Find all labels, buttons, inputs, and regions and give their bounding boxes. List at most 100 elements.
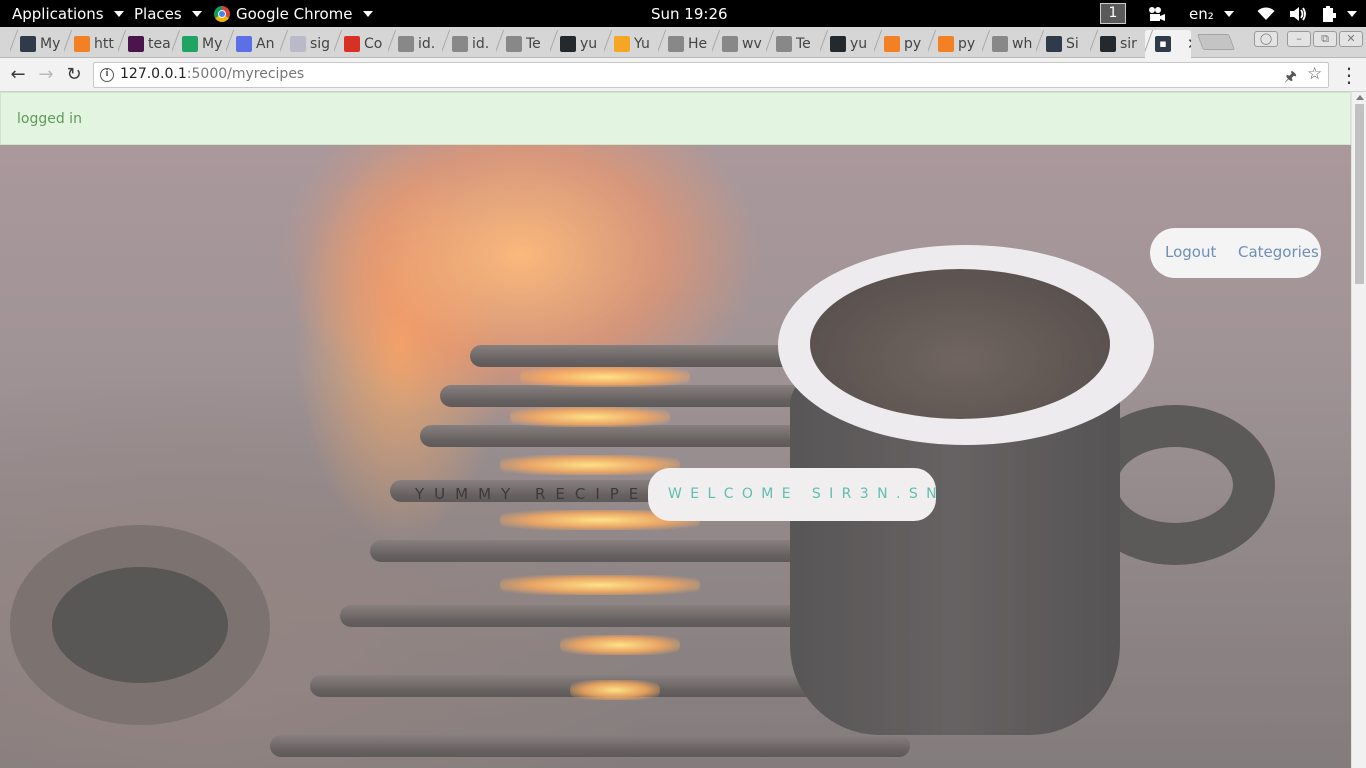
- keyboard-layout-label: en₂: [1189, 4, 1214, 23]
- tab-title: sir: [1120, 36, 1137, 52]
- chevron-down-icon: [113, 10, 124, 17]
- applications-menu[interactable]: Applications: [12, 0, 124, 27]
- tab-item[interactable]: My: [172, 30, 224, 58]
- tab-title: Te: [796, 36, 811, 52]
- tab-item[interactable]: yu: [550, 30, 602, 58]
- chrome-menu-icon[interactable]: ⋮: [1337, 63, 1361, 87]
- pin-icon[interactable]: 🖈: [1284, 66, 1297, 90]
- heroku-icon: [290, 36, 306, 52]
- tab-item[interactable]: wv: [712, 30, 764, 58]
- volume-icon: [1290, 6, 1306, 21]
- applications-label: Applications: [12, 4, 104, 23]
- google-drive-icon: [182, 36, 198, 52]
- close-tab-icon[interactable]: ✕: [1187, 35, 1191, 53]
- tab-strip: My htt tea My An sig Co id. id. Te yu Yu He wv Te yu py p…: [0, 27, 1366, 58]
- tab-item[interactable]: wh: [982, 30, 1034, 58]
- new-tab-button[interactable]: [1197, 34, 1235, 50]
- page-icon: [668, 36, 684, 52]
- tab-title: Yu: [634, 36, 650, 52]
- info-icon[interactable]: i: [100, 68, 114, 82]
- page-icon: [992, 36, 1008, 52]
- tab-item[interactable]: py: [928, 30, 980, 58]
- stackoverflow-icon: [74, 36, 90, 52]
- maximize-button[interactable]: ⧉: [1313, 31, 1337, 47]
- video-camera-icon: [1149, 6, 1165, 21]
- tab-title: yu: [850, 36, 868, 52]
- keyboard-layout-menu[interactable]: en₂: [1189, 0, 1234, 27]
- tab-item[interactable]: id.: [442, 30, 494, 58]
- reload-icon[interactable]: ↻: [62, 63, 86, 87]
- categories-link[interactable]: Categories: [1238, 243, 1319, 261]
- logout-link[interactable]: Logout: [1165, 243, 1216, 261]
- tab-item[interactable]: Co: [334, 30, 386, 58]
- page-scrollbar[interactable]: [1351, 92, 1366, 768]
- back-arrow-icon[interactable]: ←: [6, 63, 30, 87]
- tab-item[interactable]: yu: [820, 30, 872, 58]
- slack-icon: [128, 36, 144, 52]
- url-text: 127.0.0.1:5000/myrecipes: [120, 66, 305, 82]
- tab-title: py: [958, 36, 976, 52]
- places-menu[interactable]: Places: [134, 0, 202, 27]
- tab-item[interactable]: id.: [388, 30, 440, 58]
- tab-item[interactable]: Si: [1036, 30, 1088, 58]
- top-nav: Logout Categories: [1150, 228, 1321, 278]
- tab-title: sig: [310, 36, 331, 52]
- tab-item[interactable]: sir: [1090, 30, 1142, 58]
- address-bar[interactable]: i 127.0.0.1:5000/myrecipes 🖈 ☆: [93, 62, 1329, 88]
- tab-item[interactable]: Te: [766, 30, 818, 58]
- tab-title: Te: [526, 36, 541, 52]
- clock[interactable]: Sun 19:26: [651, 0, 728, 27]
- browser-toolbar: ← → ↻ i 127.0.0.1:5000/myrecipes 🖈 ☆ ⋮: [0, 58, 1366, 92]
- bookmark-star-icon[interactable]: ☆: [1307, 64, 1322, 84]
- github-icon: [560, 36, 576, 52]
- tab-item[interactable]: htt: [64, 30, 116, 58]
- forward-arrow-icon[interactable]: →: [34, 63, 58, 87]
- scroll-up-arrow-icon[interactable]: [1356, 95, 1364, 100]
- system-top-bar: Applications Places Google Chrome Sun 19…: [0, 0, 1366, 27]
- tab-title: He: [688, 36, 708, 52]
- hero-background: Logout Categories YUMMY RECIPES WELCOME …: [0, 145, 1351, 768]
- system-status-menu[interactable]: [1257, 0, 1357, 27]
- github-icon: [830, 36, 846, 52]
- flash-message-text: logged in: [17, 111, 82, 127]
- page-icon: [776, 36, 792, 52]
- tab-item[interactable]: Yu: [604, 30, 656, 58]
- tab-item[interactable]: py: [874, 30, 926, 58]
- tab-title: id.: [472, 36, 490, 52]
- scrollbar-thumb[interactable]: [1355, 104, 1364, 284]
- tab-item[interactable]: Te: [496, 30, 548, 58]
- tab-active[interactable]: ▪ ✕: [1145, 30, 1191, 58]
- profile-button[interactable]: ◯: [1254, 31, 1278, 47]
- tab-item[interactable]: tea: [118, 30, 170, 58]
- tab-title: Co: [364, 36, 383, 52]
- wifi-icon: [1257, 6, 1275, 20]
- minimize-button[interactable]: –: [1287, 31, 1311, 47]
- tab-title: An: [256, 36, 275, 52]
- gmail-icon: [344, 36, 360, 52]
- workspace-indicator[interactable]: 1: [1100, 0, 1126, 27]
- tab-item[interactable]: My: [10, 30, 62, 58]
- page-icon: [722, 36, 738, 52]
- chevron-down-icon: [362, 10, 373, 17]
- page-icon: [452, 36, 468, 52]
- battery-icon: [1323, 5, 1336, 22]
- tab-item[interactable]: sig: [280, 30, 332, 58]
- window-close-button[interactable]: ✕: [1339, 31, 1363, 47]
- tab-title: wv: [742, 36, 762, 52]
- tab-item[interactable]: An: [226, 30, 278, 58]
- tab-title: Si: [1066, 36, 1079, 52]
- tab-title: My: [40, 36, 61, 52]
- chevron-down-icon: [191, 10, 202, 17]
- tab-item[interactable]: He: [658, 30, 710, 58]
- github-icon: [1100, 36, 1116, 52]
- tab-title: id.: [418, 36, 436, 52]
- page-icon: [506, 36, 522, 52]
- active-app-menu[interactable]: Google Chrome: [214, 0, 373, 27]
- terminal-icon: [20, 36, 36, 52]
- screencast-indicator[interactable]: [1148, 0, 1166, 27]
- chrome-icon: [214, 5, 230, 22]
- workspace-number: 1: [1100, 3, 1126, 24]
- tab-title: My: [202, 36, 223, 52]
- tab-title: py: [904, 36, 922, 52]
- tab-title: yu: [580, 36, 598, 52]
